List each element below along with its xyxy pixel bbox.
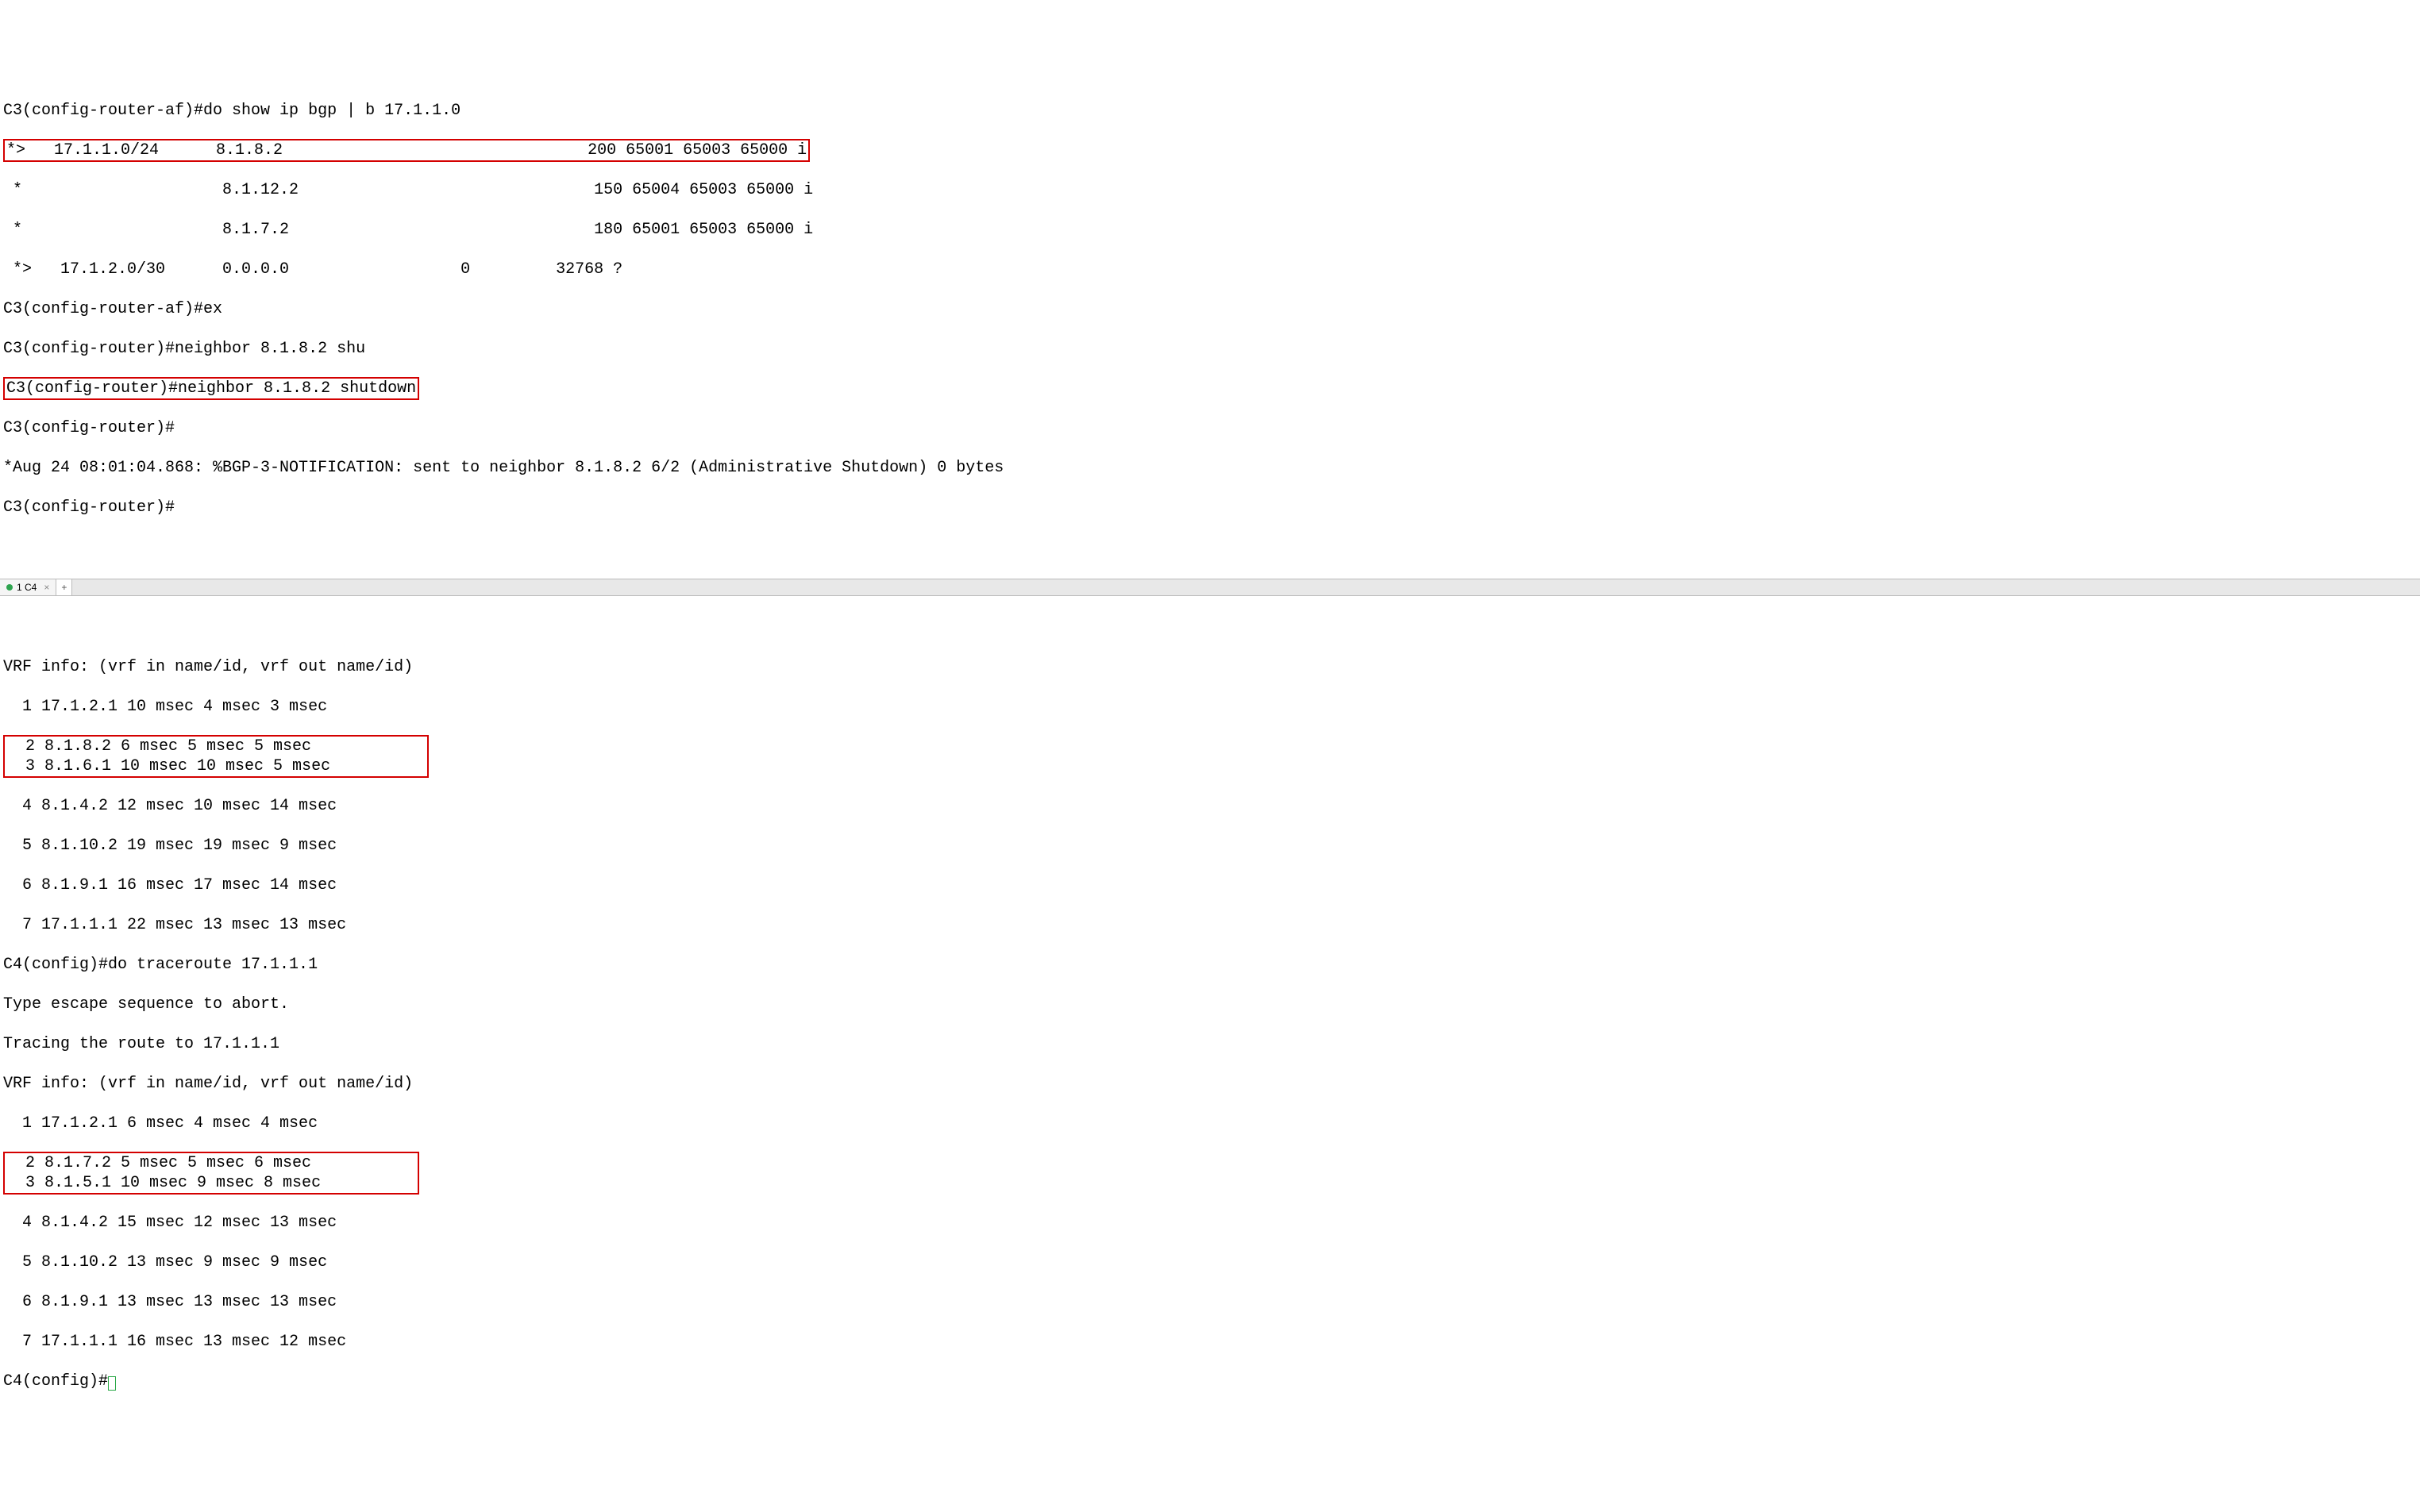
tab-label: 1 C4	[17, 582, 37, 594]
cli-line: C4(config)#do traceroute 17.1.1.1	[3, 955, 2417, 975]
trace-hop: 4 8.1.4.2 12 msec 10 msec 14 msec	[3, 796, 2417, 816]
bgp-route-highlight: *> 17.1.1.0/24 8.1.8.2 200 65001 65003 6…	[3, 140, 2417, 160]
cli-line: C3(config-router)#	[3, 418, 2417, 438]
bgp-route: * 8.1.12.2 150 65004 65003 65000 i	[3, 180, 2417, 200]
status-dot-icon	[6, 584, 13, 591]
highlight-box: 2 8.1.8.2 6 msec 5 msec 5 msec 3 8.1.6.1…	[3, 735, 429, 778]
box-padding	[311, 737, 407, 756]
cli-line: C3(config-router)#neighbor 8.1.8.2 shu	[3, 339, 2417, 359]
close-icon[interactable]: ×	[40, 582, 49, 594]
abort-line: Type escape sequence to abort.	[3, 995, 2417, 1014]
bgp-route: * 8.1.7.2 180 65001 65003 65000 i	[3, 220, 2417, 240]
cli-line: C3(config-router-af)#ex	[3, 299, 2417, 319]
trace-hop-text: 2 8.1.8.2 6 msec 5 msec 5 msec	[6, 737, 311, 756]
log-line: *Aug 24 08:01:04.868: %BGP-3-NOTIFICATIO…	[3, 458, 2417, 478]
vrf-info: VRF info: (vrf in name/id, vrf out name/…	[3, 657, 2417, 677]
trace-hop-text: 2 8.1.7.2 5 msec 5 msec 6 msec	[6, 1154, 311, 1172]
trace-hop: 1 17.1.2.1 6 msec 4 msec 4 msec	[3, 1114, 2417, 1133]
trace-hop-text: 3 8.1.5.1 10 msec 9 msec 8 msec	[6, 1174, 321, 1192]
trace-hop: 4 8.1.4.2 15 msec 12 msec 13 msec	[3, 1213, 2417, 1233]
tracing-line: Tracing the route to 17.1.1.1	[3, 1034, 2417, 1054]
cli-line: C3(config-router-af)#do show ip bgp | b …	[3, 101, 2417, 121]
tab-session-c4[interactable]: 1 C4 ×	[0, 579, 56, 595]
trace-hop-highlight: 2 8.1.8.2 6 msec 5 msec 5 msec 3 8.1.6.1…	[3, 737, 2417, 776]
box-padding	[321, 1174, 416, 1192]
vrf-info: VRF info: (vrf in name/id, vrf out name/…	[3, 1074, 2417, 1094]
highlight-box: *> 17.1.1.0/24 8.1.8.2 200 65001 65003 6…	[3, 139, 810, 162]
add-tab-button[interactable]: +	[56, 579, 72, 595]
prompt-text: C4(config)#	[3, 1372, 108, 1391]
trace-hop: 5 8.1.10.2 19 msec 19 msec 9 msec	[3, 836, 2417, 856]
terminal-pane-top[interactable]: C3(config-router-af)#do show ip bgp | b …	[0, 79, 2420, 539]
highlight-box: 2 8.1.7.2 5 msec 5 msec 6 msec 3 8.1.5.1…	[3, 1152, 419, 1195]
cursor-icon	[108, 1376, 116, 1391]
cli-line-highlight: C3(config-router)#neighbor 8.1.8.2 shutd…	[3, 379, 2417, 398]
trace-hop: 6 8.1.9.1 16 msec 17 msec 14 msec	[3, 875, 2417, 895]
highlight-box: C3(config-router)#neighbor 8.1.8.2 shutd…	[3, 377, 419, 400]
cli-prompt: C4(config)#	[3, 1372, 2417, 1391]
terminal-pane-bottom[interactable]: VRF info: (vrf in name/id, vrf out name/…	[0, 636, 2420, 1413]
trace-hop: 7 17.1.1.1 16 msec 13 msec 12 msec	[3, 1332, 2417, 1352]
trace-hop: 6 8.1.9.1 13 msec 13 msec 13 msec	[3, 1292, 2417, 1312]
trace-hop: 1 17.1.2.1 10 msec 4 msec 3 msec	[3, 697, 2417, 717]
cli-line: C3(config-router)#	[3, 498, 2417, 517]
trace-hop-text: 3 8.1.6.1 10 msec 10 msec 5 msec	[6, 757, 330, 775]
trace-hop-highlight: 2 8.1.7.2 5 msec 5 msec 6 msec 3 8.1.5.1…	[3, 1153, 2417, 1193]
box-padding	[311, 1154, 407, 1172]
box-padding	[330, 757, 426, 775]
tab-bar: 1 C4 × +	[0, 579, 2420, 596]
bgp-route: *> 17.1.2.0/30 0.0.0.0 0 32768 ?	[3, 260, 2417, 279]
trace-hop: 5 8.1.10.2 13 msec 9 msec 9 msec	[3, 1252, 2417, 1272]
trace-hop: 7 17.1.1.1 22 msec 13 msec 13 msec	[3, 915, 2417, 935]
